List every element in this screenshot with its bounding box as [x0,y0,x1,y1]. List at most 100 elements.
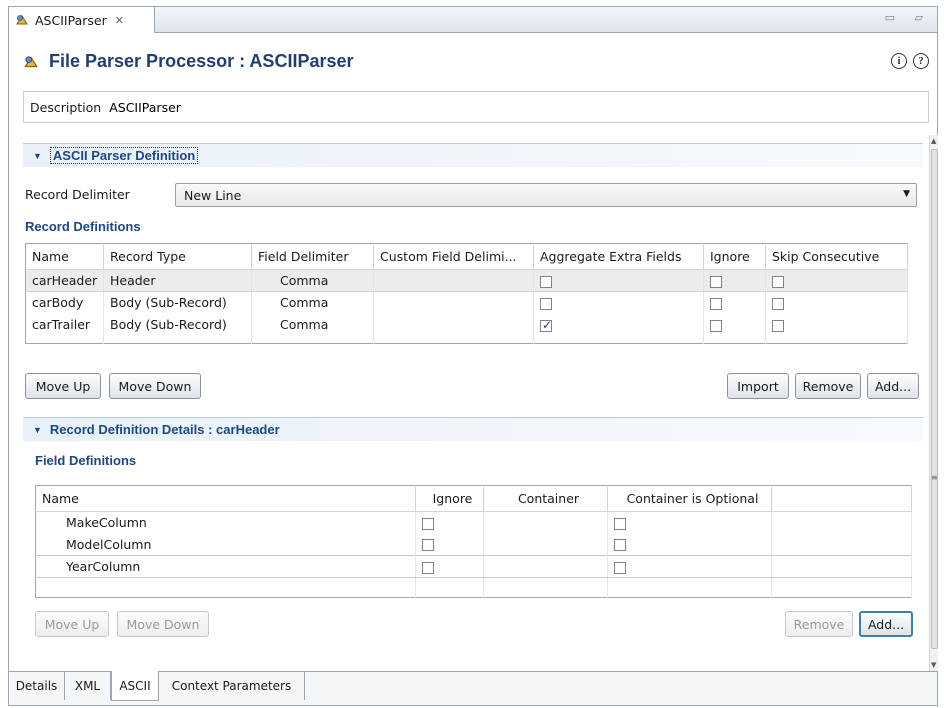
field-remove-button[interactable]: Remove [785,611,853,637]
ignore-cell[interactable] [703,269,766,292]
field-name-cell[interactable]: MakeColumn [35,511,416,534]
aggregate-checkbox[interactable] [540,297,552,310]
record-details-section-header[interactable]: ▼ Record Definition Details : carHeader [23,417,923,441]
field-name-cell[interactable]: YearColumn [35,555,416,578]
column-header[interactable]: Ignore [703,243,766,270]
filler-cell [771,555,912,578]
empty-cell [251,335,374,344]
collapse-icon[interactable]: ▼ [33,425,42,435]
vertical-scrollbar[interactable]: ▲ ≡ ▼ [929,135,938,671]
custom-delimiter-cell[interactable] [373,269,534,292]
remove-button[interactable]: Remove [795,373,861,399]
description-label: Description [30,99,102,115]
skip-consecutive-checkbox[interactable] [772,297,784,310]
table-row[interactable]: carTrailer Body (Sub-Record) Comma [25,313,908,336]
close-icon[interactable]: ✕ [115,14,124,27]
info-icon[interactable]: i [891,53,907,69]
skip-consecutive-cell[interactable] [765,269,908,292]
window-controls[interactable]: ▭ ▱ [885,11,931,24]
ignore-checkbox[interactable] [422,517,434,530]
scrollbar-thumb[interactable] [931,149,938,649]
scroll-down-icon[interactable]: ▼ [931,661,936,669]
column-header[interactable]: Aggregate Extra Fields [533,243,704,270]
table-row[interactable]: carBody Body (Sub-Record) Comma [25,291,908,314]
scroll-up-icon[interactable]: ▲ [931,137,936,145]
column-header[interactable]: Skip Consecutive [765,243,908,270]
filler-cell [771,533,912,556]
skip-consecutive-checkbox[interactable] [772,275,784,288]
chevron-down-icon[interactable]: ▼ [903,189,910,199]
record-name-cell[interactable]: carTrailer [25,313,104,336]
column-header[interactable]: Field Delimiter [251,243,374,270]
table-row[interactable]: YearColumn [35,555,912,578]
ignore-cell[interactable] [703,291,766,314]
container-optional-checkbox[interactable] [614,539,626,552]
record-name-cell[interactable]: carBody [25,291,104,314]
record-delimiter-combo[interactable]: New Line ▼ [175,183,917,207]
column-header[interactable]: Name [35,485,416,512]
editor-tab-asciiparser[interactable]: ASCIIParser ✕ [9,7,155,33]
record-type-cell[interactable]: Header [103,269,252,292]
record-type-cell[interactable]: Body (Sub-Record) [103,313,252,336]
column-header[interactable]: Container [483,485,608,512]
parser-icon [24,55,38,67]
column-header[interactable]: Record Type [103,243,252,270]
skip-consecutive-checkbox[interactable] [772,319,784,332]
move-down-button[interactable]: Move Down [109,373,201,399]
tab-details[interactable]: Details [9,672,65,700]
field-add-button[interactable]: Add... [859,611,913,637]
ignore-checkbox[interactable] [422,561,434,574]
container-optional-cell[interactable] [607,555,772,578]
field-move-down-button[interactable]: Move Down [117,611,209,637]
ignore-cell[interactable] [415,511,484,534]
container-optional-checkbox[interactable] [614,561,626,574]
description-field[interactable] [109,99,810,115]
aggregate-checkbox[interactable] [540,318,552,332]
table-row[interactable]: MakeColumn [35,511,912,534]
container-cell[interactable] [483,555,608,578]
custom-delimiter-cell[interactable] [373,313,534,336]
aggregate-checkbox[interactable] [540,275,552,288]
container-optional-checkbox[interactable] [614,517,626,530]
record-type-cell[interactable]: Body (Sub-Record) [103,291,252,314]
ignore-checkbox[interactable] [710,319,722,332]
field-delimiter-cell[interactable]: Comma [251,313,374,336]
skip-consecutive-cell[interactable] [765,291,908,314]
table-row[interactable]: ModelColumn [35,533,912,556]
column-header[interactable]: Name [25,243,104,270]
field-move-up-button[interactable]: Move Up [35,611,109,637]
collapse-icon[interactable]: ▼ [33,151,42,161]
tab-xml[interactable]: XML [65,672,111,700]
import-button[interactable]: Import [727,373,789,399]
ignore-cell[interactable] [415,533,484,556]
ignore-cell[interactable] [703,313,766,336]
ascii-parser-section-header[interactable]: ▼ ASCII Parser Definition [23,143,923,167]
aggregate-cell[interactable] [533,269,704,292]
container-cell[interactable] [483,511,608,534]
column-header[interactable]: Custom Field Delimi... [373,243,534,270]
add-button[interactable]: Add... [867,373,919,399]
tab-context-parameters[interactable]: Context Parameters [159,672,305,700]
field-delimiter-cell[interactable]: Comma [251,269,374,292]
record-name-cell[interactable]: carHeader [25,269,104,292]
container-optional-cell[interactable] [607,533,772,556]
table-row[interactable]: carHeader Header Comma [25,269,908,292]
field-delimiter-cell[interactable]: Comma [251,291,374,314]
ignore-checkbox[interactable] [710,297,722,310]
help-icon[interactable]: ? [913,53,929,69]
container-optional-cell[interactable] [607,511,772,534]
container-cell[interactable] [483,533,608,556]
empty-cell [373,335,534,344]
tab-ascii[interactable]: ASCII [111,671,159,701]
column-header[interactable]: Container is Optional [607,485,772,512]
ignore-checkbox[interactable] [422,539,434,552]
skip-consecutive-cell[interactable] [765,313,908,336]
ignore-checkbox[interactable] [710,275,722,288]
field-name-cell[interactable]: ModelColumn [35,533,416,556]
move-up-button[interactable]: Move Up [25,373,101,399]
custom-delimiter-cell[interactable] [373,291,534,314]
aggregate-cell[interactable] [533,291,704,314]
aggregate-cell[interactable] [533,313,704,336]
column-header[interactable]: Ignore [415,485,484,512]
ignore-cell[interactable] [415,555,484,578]
